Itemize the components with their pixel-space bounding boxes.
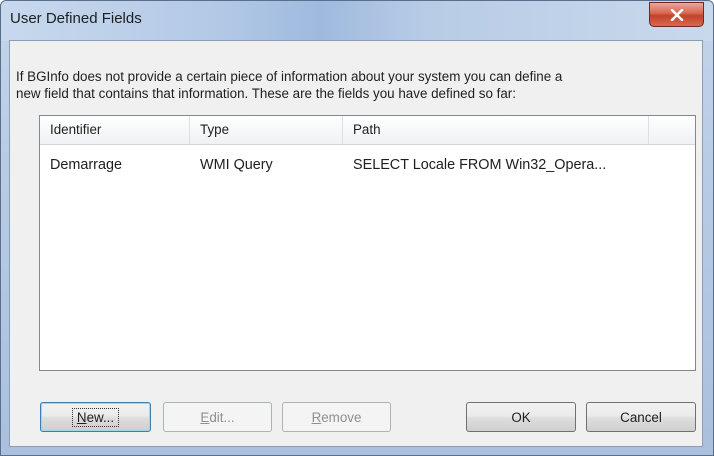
close-button[interactable] [649,2,704,27]
remove-button-label: Remove [312,410,362,425]
edit-button-label: Edit... [200,410,234,425]
new-button-label: New... [71,407,120,427]
close-icon [670,8,684,21]
remove-button-mnemonic: R [311,409,322,425]
cell-type: WMI Query [200,157,273,173]
description-line-1: If BGInfo does not provide a certain pie… [16,69,563,84]
cell-path: SELECT Locale FROM Win32_Opera... [353,157,607,173]
window-title: User Defined Fields [10,10,142,27]
edit-button[interactable]: Edit... [163,402,272,432]
cell-identifier: Demarrage [50,157,122,173]
new-button-rest: ew... [86,409,115,425]
list-item[interactable]: Demarrage WMI Query SELECT Locale FROM W… [40,154,695,176]
column-header-type[interactable]: Type [190,116,343,144]
new-button[interactable]: New... [40,402,151,432]
column-header-path[interactable]: Path [343,116,649,144]
column-header-filler [649,116,695,144]
edit-button-mnemonic: E [200,409,210,425]
description-line-2: new field that contains that information… [16,86,516,101]
cancel-button[interactable]: Cancel [586,402,696,432]
remove-button-rest: emove [321,409,362,425]
remove-button[interactable]: Remove [282,402,391,432]
new-button-mnemonic: N [76,409,87,425]
edit-button-rest: dit... [209,409,235,425]
ok-button[interactable]: OK [466,402,576,432]
description-text: If BGInfo does not provide a certain pie… [16,68,706,102]
fields-list-view[interactable]: Identifier Type Path Demarrage WMI Query… [39,115,696,371]
list-header: Identifier Type Path [40,116,695,145]
title-bar[interactable]: User Defined Fields [1,1,713,41]
column-header-identifier[interactable]: Identifier [40,116,190,144]
